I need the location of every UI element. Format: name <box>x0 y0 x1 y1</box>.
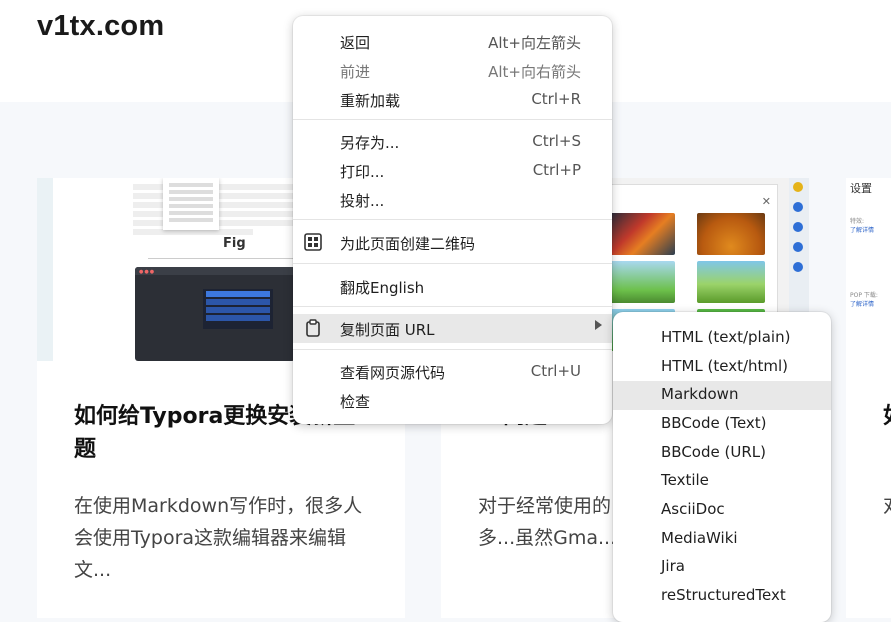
submenu-item-bbcode-url[interactable]: BBCode (URL) <box>613 439 831 468</box>
submenu-item-bbcode-text[interactable]: BBCode (Text) <box>613 410 831 439</box>
article-thumbnail[interactable]: 设置 特效: 了解详情 POP 下载: 了解详情 <box>846 178 891 361</box>
menu-item-label: 另存为... <box>340 134 400 152</box>
menu-item-shortcut: Ctrl+U <box>530 362 581 380</box>
menu-item-label: 为此页面创建二维码 <box>340 235 476 253</box>
menu-item-label: 投射... <box>340 192 385 210</box>
menu-separator <box>293 219 612 220</box>
terminal-title-bar: ●●● <box>135 267 295 275</box>
wallpaper-tile <box>607 261 675 303</box>
window-dots-icon: ●●● <box>139 269 156 275</box>
wallpaper-tile <box>697 213 765 255</box>
menu-item-label: 重新加载 <box>340 92 401 110</box>
menu-separator <box>293 119 612 120</box>
menu-item-inspect[interactable]: 检查 <box>293 386 612 415</box>
menu-item-label: 前进 <box>340 63 371 81</box>
menu-item-reload[interactable]: 重新加载 Ctrl+R <box>293 85 612 114</box>
clipboard-icon <box>304 319 322 337</box>
menu-item-shortcut: Ctrl+P <box>532 161 581 179</box>
submenu-item-label: Jira <box>661 557 685 575</box>
menu-item-view-source[interactable]: 查看网页源代码 Ctrl+U <box>293 357 612 386</box>
submenu-item-label: MediaWiki <box>661 529 738 547</box>
menu-item-back[interactable]: 返回 Alt+向左箭头 <box>293 27 612 56</box>
menu-separator <box>293 349 612 350</box>
menu-item-print[interactable]: 打印... Ctrl+P <box>293 156 612 185</box>
submenu-item-label: AsciiDoc <box>661 500 725 518</box>
terminal-list <box>203 289 273 329</box>
submenu-item-label: HTML (text/plain) <box>661 328 791 346</box>
submenu-item-jira[interactable]: Jira <box>613 553 831 582</box>
context-menu: 返回 Alt+向左箭头 前进 Alt+向右箭头 重新加载 Ctrl+R 另存为.… <box>293 16 612 424</box>
submenu-item-label: reStructuredText <box>661 586 786 604</box>
menu-item-shortcut: Ctrl+S <box>532 132 581 150</box>
menu-item-shortcut: Alt+向左箭头 <box>488 34 581 52</box>
menu-item-shortcut: Ctrl+R <box>531 90 581 108</box>
menu-item-translate[interactable]: 翻成English <box>293 272 612 301</box>
menu-item-label: 打印... <box>340 163 385 181</box>
menu-item-label: 检查 <box>340 393 371 411</box>
menu-item-label: 查看网页源代码 <box>340 364 446 382</box>
menu-item-label: 翻成English <box>340 279 425 297</box>
thumbnail-link: 了解详情 <box>850 301 875 308</box>
submenu-item-textile[interactable]: Textile <box>613 467 831 496</box>
wallpaper-tile <box>607 213 675 255</box>
submenu-item-html-html[interactable]: HTML (text/html) <box>613 353 831 382</box>
close-icon: ✕ <box>761 195 771 208</box>
submenu-item-mediawiki[interactable]: MediaWiki <box>613 525 831 554</box>
article-excerpt: 在使用Markdown写作时，很多人会使用Typora这款编辑器来编辑文... <box>74 495 363 581</box>
submenu-item-label: BBCode (Text) <box>661 414 767 432</box>
thumbnail-line: 特效: <box>850 218 865 225</box>
submenu-item-asciidoc[interactable]: AsciiDoc <box>613 496 831 525</box>
wallpaper-tile <box>697 261 765 303</box>
menu-item-label: 复制页面 URL <box>340 321 435 339</box>
submenu-item-label: Markdown <box>661 385 739 403</box>
submenu-item-markdown[interactable]: Markdown <box>613 381 831 410</box>
copy-url-submenu: HTML (text/plain) HTML (text/html) Markd… <box>613 312 831 622</box>
menu-item-shortcut: Alt+向右箭头 <box>488 63 581 81</box>
article-excerpt: 对... <box>883 490 891 522</box>
thumbnail-terminal: ●●● <box>135 267 295 361</box>
menu-item-copy-page-url[interactable]: 复制页面 URL <box>293 314 612 343</box>
submenu-item-label: Textile <box>661 471 709 489</box>
chevron-right-icon <box>595 320 602 330</box>
qr-code-icon <box>304 233 322 251</box>
menu-item-save-as[interactable]: 另存为... Ctrl+S <box>293 127 612 156</box>
thumbnail-theme-menu <box>163 178 219 230</box>
menu-item-cast[interactable]: 投射... <box>293 185 612 214</box>
thumbnail-settings-title: 设置 <box>850 182 872 195</box>
submenu-item-label: BBCode (URL) <box>661 443 766 461</box>
thumbnail-link: 了解详情 <box>850 227 875 234</box>
submenu-item-html-plain[interactable]: HTML (text/plain) <box>613 324 831 353</box>
submenu-item-label: HTML (text/html) <box>661 357 789 375</box>
thumbnail-line: POP 下载: <box>850 292 878 299</box>
menu-item-create-qr-code[interactable]: 为此页面创建二维码 <box>293 228 612 257</box>
menu-separator <box>293 306 612 307</box>
article-card[interactable]: 设置 特效: 了解详情 POP 下载: 了解详情 如... 对... <box>846 178 891 618</box>
thumbnail-fig-label: Fig <box>223 236 246 251</box>
menu-separator <box>293 263 612 264</box>
article-title[interactable]: 如... <box>883 400 891 433</box>
site-logo[interactable]: v1tx.com <box>37 10 164 43</box>
menu-item-forward[interactable]: 前进 Alt+向右箭头 <box>293 56 612 85</box>
menu-item-label: 返回 <box>340 34 371 52</box>
